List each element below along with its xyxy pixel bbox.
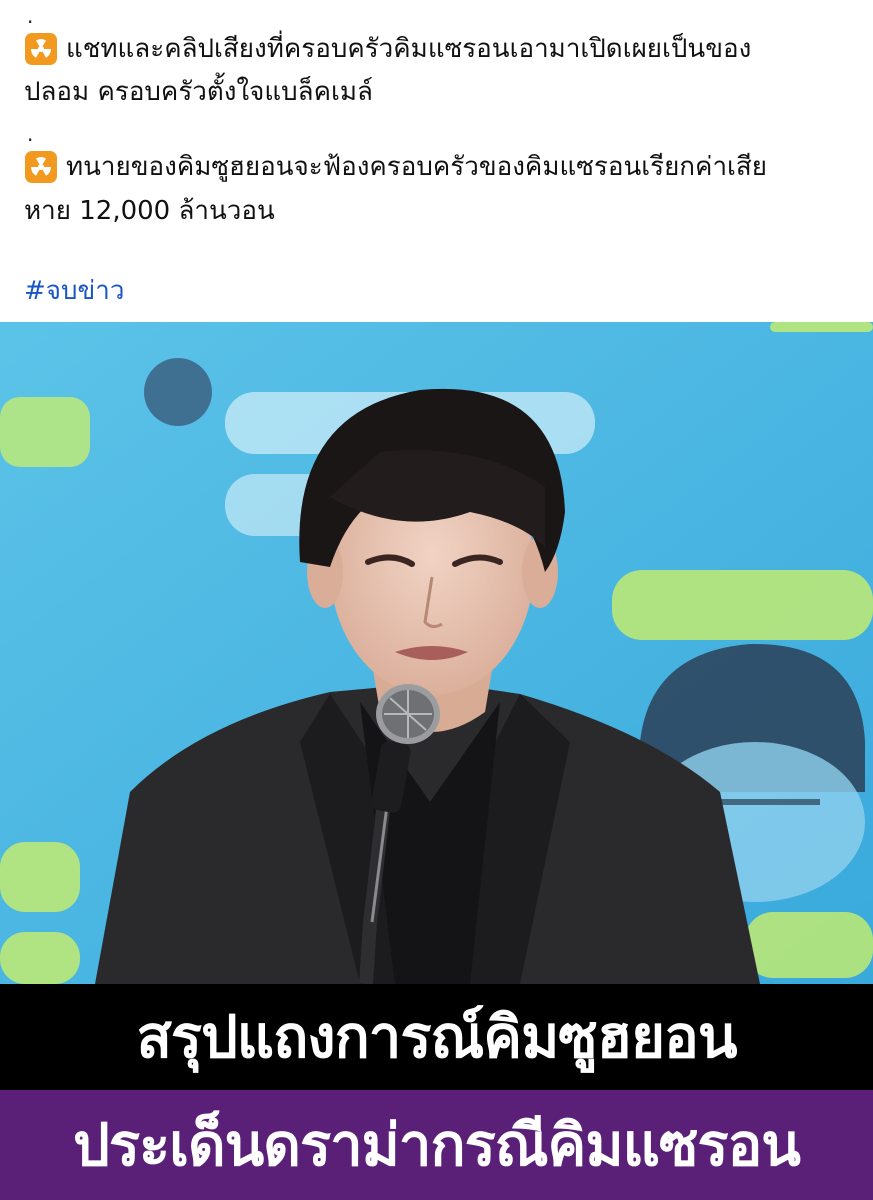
bullet-text-line: แชทและคลิปเสียงที่ครอบครัวคิมแซรอนเอามาเ… <box>66 34 752 64</box>
bullet-text-line: ทนายของคิมซูฮยอนจะฟ้องครอบครัวของคิมแซรอ… <box>66 152 768 182</box>
headline-banner: สรุปแถงการณ์คิมซูฮยอน <box>0 984 873 1090</box>
subheadline-banner: ประเด็นดราม่ากรณีคิมแซรอน <box>0 1090 873 1200</box>
radioactive-icon <box>25 33 57 65</box>
bullet-item-1-continued: ปลอม ครอบครัวตั้งใจแบล็คเมล์ <box>24 77 373 107</box>
separator-dot: . <box>27 4 34 28</box>
press-conference-image <box>0 322 873 984</box>
subheadline-text: ประเด็นดราม่ากรณีคิมแซรอน <box>73 1111 801 1179</box>
radioactive-icon <box>25 151 57 183</box>
bullet-item-2-continued: หาย 12,000 ล้านวอน <box>24 196 275 226</box>
bullet-item-2: ทนายของคิมซูฮยอนจะฟ้องครอบครัวของคิมแซรอ… <box>24 150 767 193</box>
post-photo <box>0 322 873 984</box>
separator-dot: . <box>27 122 34 146</box>
hashtag-link[interactable]: #จบข่าว <box>24 270 125 311</box>
bullet-item-1: แชทและคลิปเสียงที่ครอบครัวคิมแซรอนเอามาเ… <box>24 32 751 75</box>
headline-text: สรุปแถงการณ์คิมซูฮยอน <box>136 1003 737 1071</box>
